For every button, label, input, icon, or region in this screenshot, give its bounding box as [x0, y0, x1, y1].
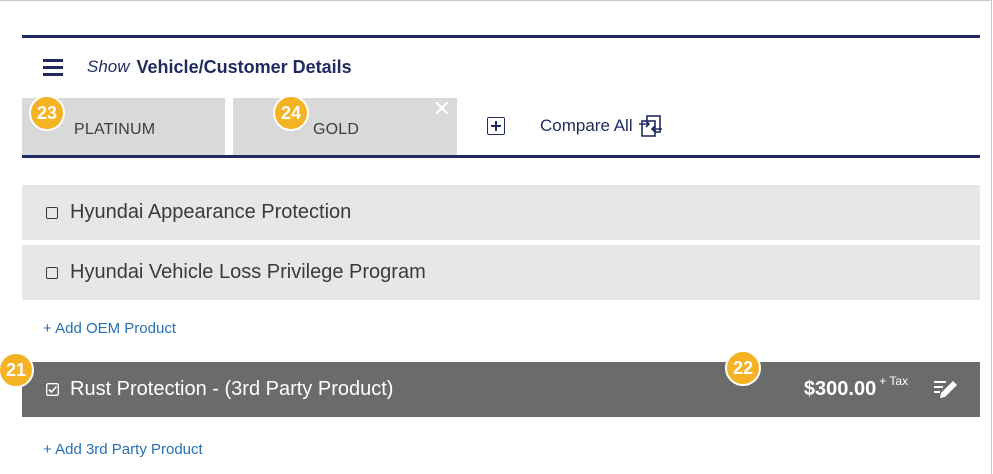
tab-gold-label: GOLD: [313, 121, 360, 138]
product-row[interactable]: Hyundai Appearance Protection: [22, 185, 980, 240]
edit-pencil-icon[interactable]: [932, 377, 960, 403]
plus-square-icon[interactable]: [487, 117, 505, 135]
product-row[interactable]: Hyundai Vehicle Loss Privilege Program: [22, 245, 980, 300]
tab-platinum-label: PLATINUM: [74, 121, 156, 138]
callout-marker-23: 23: [29, 95, 65, 131]
product-label: Hyundai Appearance Protection: [70, 201, 352, 223]
product-price: $300.00 + Tax: [804, 362, 908, 417]
vehicle-customer-details-label: Vehicle/Customer Details: [136, 56, 352, 77]
hamburger-menu-icon[interactable]: [43, 58, 63, 76]
callout-marker-22: 22: [725, 350, 761, 386]
compare-all-label: Compare All: [540, 116, 633, 135]
show-label: Show: [87, 57, 130, 76]
compare-all-button[interactable]: Compare All: [540, 114, 664, 138]
price-tax-note: + Tax: [879, 373, 908, 388]
product-label: Hyundai Vehicle Loss Privilege Program: [70, 261, 426, 283]
add-3rd-party-product-link[interactable]: + Add 3rd Party Product: [43, 441, 203, 458]
tab-gold[interactable]: GOLD ✕: [233, 98, 457, 155]
tabs-divider: [22, 155, 980, 158]
header-divider: [22, 35, 980, 38]
add-oem-product-link[interactable]: + Add OEM Product: [43, 320, 176, 337]
callout-marker-24: 24: [273, 95, 309, 131]
show-details-toggle[interactable]: Show Vehicle/Customer Details: [43, 54, 352, 80]
checkbox-icon[interactable]: [46, 266, 58, 279]
compare-arrows-icon: [638, 115, 662, 137]
price-value: $300.00: [803, 378, 877, 400]
checkbox-icon[interactable]: [46, 206, 58, 219]
checked-checkbox-icon[interactable]: [46, 383, 59, 396]
product-label: Rust Protection - (3rd Party Product): [70, 378, 394, 400]
close-tab-icon[interactable]: ✕: [433, 98, 451, 120]
selected-product-row[interactable]: Rust Protection - (3rd Party Product) $3…: [22, 362, 980, 417]
